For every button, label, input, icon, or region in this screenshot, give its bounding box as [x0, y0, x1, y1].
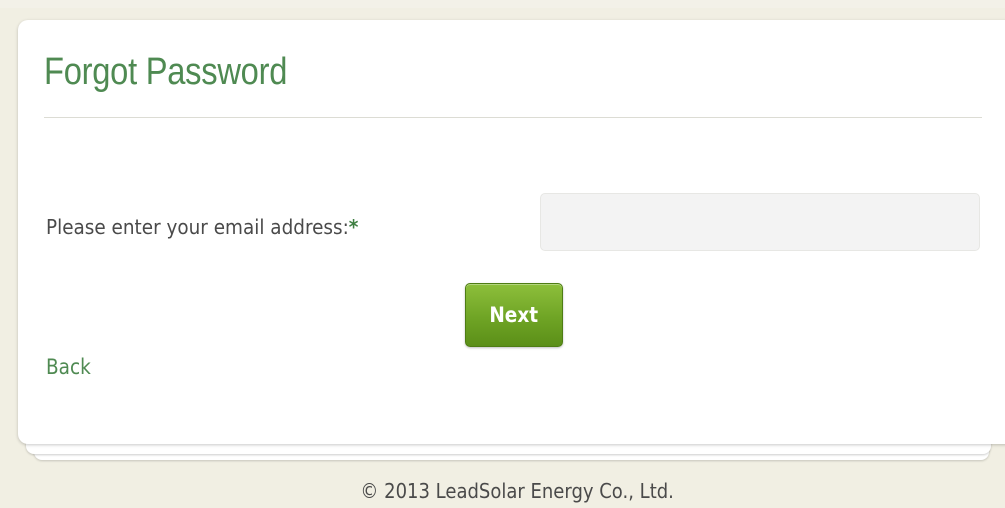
- email-label: Please enter your email address:*: [46, 214, 358, 240]
- title-divider: [44, 117, 982, 118]
- page-top-strip: [0, 0, 1005, 8]
- email-label-text: Please enter your email address:: [46, 215, 349, 239]
- footer-copyright: © 2013 LeadSolar Energy Co., Ltd.: [0, 478, 1005, 504]
- footer-copyright-text: © 2013 LeadSolar Energy Co., Ltd.: [360, 479, 675, 503]
- next-button[interactable]: Next: [465, 283, 563, 347]
- back-link[interactable]: Back: [46, 353, 91, 381]
- forgot-password-card: Forgot Password Please enter your email …: [18, 20, 1005, 444]
- page-title: Forgot Password: [44, 51, 288, 93]
- next-button-label: Next: [489, 303, 539, 327]
- required-marker: *: [348, 215, 359, 239]
- email-input[interactable]: [540, 193, 980, 251]
